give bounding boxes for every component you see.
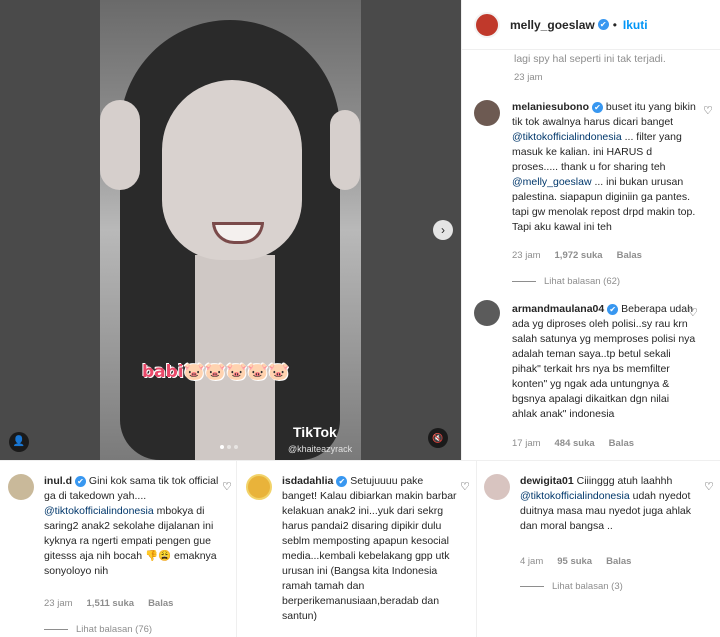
- comment-username[interactable]: inul.d: [44, 475, 72, 487]
- comment-time: 23 jam: [514, 72, 543, 83]
- media-backdrop-left: [0, 0, 100, 460]
- column-divider: [476, 460, 477, 637]
- video-subject-hand: [100, 100, 140, 190]
- view-replies-label: Lihat balasan (62): [544, 276, 621, 287]
- carousel-dot: [234, 445, 238, 449]
- comment-meta: 17 jam 484 suka Balas: [512, 438, 634, 449]
- view-replies-button[interactable]: Lihat balasan (3): [520, 581, 623, 592]
- comment-meta: 23 jam 1,972 suka Balas: [512, 250, 642, 261]
- video-frame[interactable]: [100, 0, 361, 460]
- reply-button[interactable]: Balas: [617, 250, 642, 261]
- comment-username[interactable]: melaniesubono: [512, 101, 589, 113]
- verified-icon: ✔: [75, 475, 86, 487]
- comment-time: 23 jam: [512, 250, 541, 261]
- comments-panel: melly_goeslaw ✔ • Ikuti lagi spy hal sep…: [461, 0, 720, 460]
- avatar[interactable]: [484, 474, 510, 500]
- comment-text: Ciiinggg atuh laahhh: [573, 475, 673, 487]
- comment-meta: 23 jam: [514, 72, 543, 83]
- reply-button[interactable]: Balas: [606, 556, 631, 567]
- next-icon[interactable]: ›: [433, 220, 453, 240]
- view-replies-label: Lihat balasan (76): [76, 624, 153, 635]
- avatar[interactable]: [8, 474, 34, 500]
- avatar[interactable]: [474, 11, 500, 38]
- post-media[interactable]: babi🐷🐷🐷🐷🐷 TikTok @khaiteazyrack › 👤 🔇: [0, 0, 461, 460]
- view-replies-label: Lihat balasan (3): [552, 581, 623, 592]
- comment-dewigita01: dewigita01 Ciiinggg atuh laahhh @tiktoko…: [520, 474, 698, 534]
- comment-username[interactable]: armandmaulana04: [512, 303, 604, 315]
- reply-button[interactable]: Balas: [148, 598, 173, 609]
- comment-mention[interactable]: @melly_goeslaw: [512, 176, 592, 188]
- carousel-dot: [227, 445, 231, 449]
- column-divider: [236, 460, 237, 637]
- carousel-dots: [220, 445, 238, 449]
- like-heart-icon[interactable]: ♡: [704, 480, 714, 493]
- replies-line: [512, 281, 536, 282]
- comment-likes[interactable]: 95 suka: [557, 556, 592, 567]
- comment-time: 4 jam: [520, 556, 544, 567]
- view-replies-button[interactable]: Lihat balasan (76): [44, 624, 152, 635]
- comment-armandmaulana04: armandmaulana04 ✔ Beberapa udah ada yg di…: [512, 302, 697, 422]
- comment-meta: 4 jam 95 suka Balas: [520, 556, 631, 567]
- comment-likes[interactable]: 1,972 suka: [555, 250, 603, 261]
- separator-dot: •: [612, 17, 617, 32]
- like-heart-icon[interactable]: ♡: [703, 104, 713, 117]
- row-divider: [0, 460, 720, 461]
- comment-meta: 23 jam 1,511 suka Balas: [44, 598, 173, 609]
- comment-likes[interactable]: 1,511 suka: [87, 598, 135, 609]
- verified-icon: ✔: [607, 303, 619, 315]
- post-header: melly_goeslaw ✔ • Ikuti: [462, 0, 720, 50]
- verified-icon: ✔: [336, 475, 348, 487]
- replies-line: [520, 586, 544, 587]
- comment-mention[interactable]: @tiktokofficialindonesia: [520, 490, 630, 502]
- comment-text: Beberapa udah ada yg diproses oleh polis…: [512, 303, 696, 420]
- avatar[interactable]: [474, 100, 500, 126]
- verified-icon: ✔: [597, 19, 609, 30]
- comment-username[interactable]: dewigita01: [520, 475, 574, 487]
- like-heart-icon[interactable]: ♡: [460, 480, 470, 493]
- like-heart-icon[interactable]: ♡: [688, 306, 698, 319]
- previous-comment-tail: lagi spy hal seperti ini tak terjadi.: [514, 53, 666, 65]
- comment-mention[interactable]: @tiktokofficialindonesia: [512, 131, 622, 143]
- comment-text: Setujuuuu pake banget! Kalau dibiarkan m…: [282, 475, 457, 622]
- like-heart-icon[interactable]: ♡: [222, 480, 232, 493]
- replies-line: [44, 629, 68, 630]
- comment-time: 23 jam: [44, 598, 73, 609]
- comment-inul-d: inul.d ✔ Gini kok sama tik tok official g…: [44, 474, 224, 579]
- comment-isdadahlia: isdadahlia ✔ Setujuuuu pake banget! Kalau…: [282, 474, 458, 624]
- video-subject-hand: [330, 110, 360, 190]
- tiktok-watermark: TikTok: [293, 424, 337, 440]
- comment-time: 17 jam: [512, 438, 541, 449]
- avatar[interactable]: [474, 300, 500, 326]
- comment-mention[interactable]: @tiktokofficialindonesia: [44, 505, 154, 517]
- reply-button[interactable]: Balas: [609, 438, 634, 449]
- post-username[interactable]: melly_goeslaw: [510, 18, 595, 32]
- follow-button[interactable]: Ikuti: [623, 18, 648, 32]
- verified-icon: ✔: [592, 101, 604, 113]
- comment-username[interactable]: isdadahlia: [282, 475, 333, 487]
- comment-likes[interactable]: 484 suka: [555, 438, 595, 449]
- carousel-dot: [220, 445, 224, 449]
- avatar[interactable]: [246, 474, 272, 500]
- comment-melaniesubono: melaniesubono ✔ buset itu yang bikin tik …: [512, 100, 697, 235]
- tiktok-username-watermark: @khaiteazyrack: [288, 444, 353, 454]
- video-subject-body: [195, 255, 275, 460]
- user-tag-icon[interactable]: 👤: [9, 432, 29, 452]
- view-replies-button[interactable]: Lihat balasan (62): [512, 276, 620, 287]
- mute-icon[interactable]: 🔇: [428, 428, 448, 448]
- video-caption-overlay: babi🐷🐷🐷🐷🐷: [142, 362, 290, 382]
